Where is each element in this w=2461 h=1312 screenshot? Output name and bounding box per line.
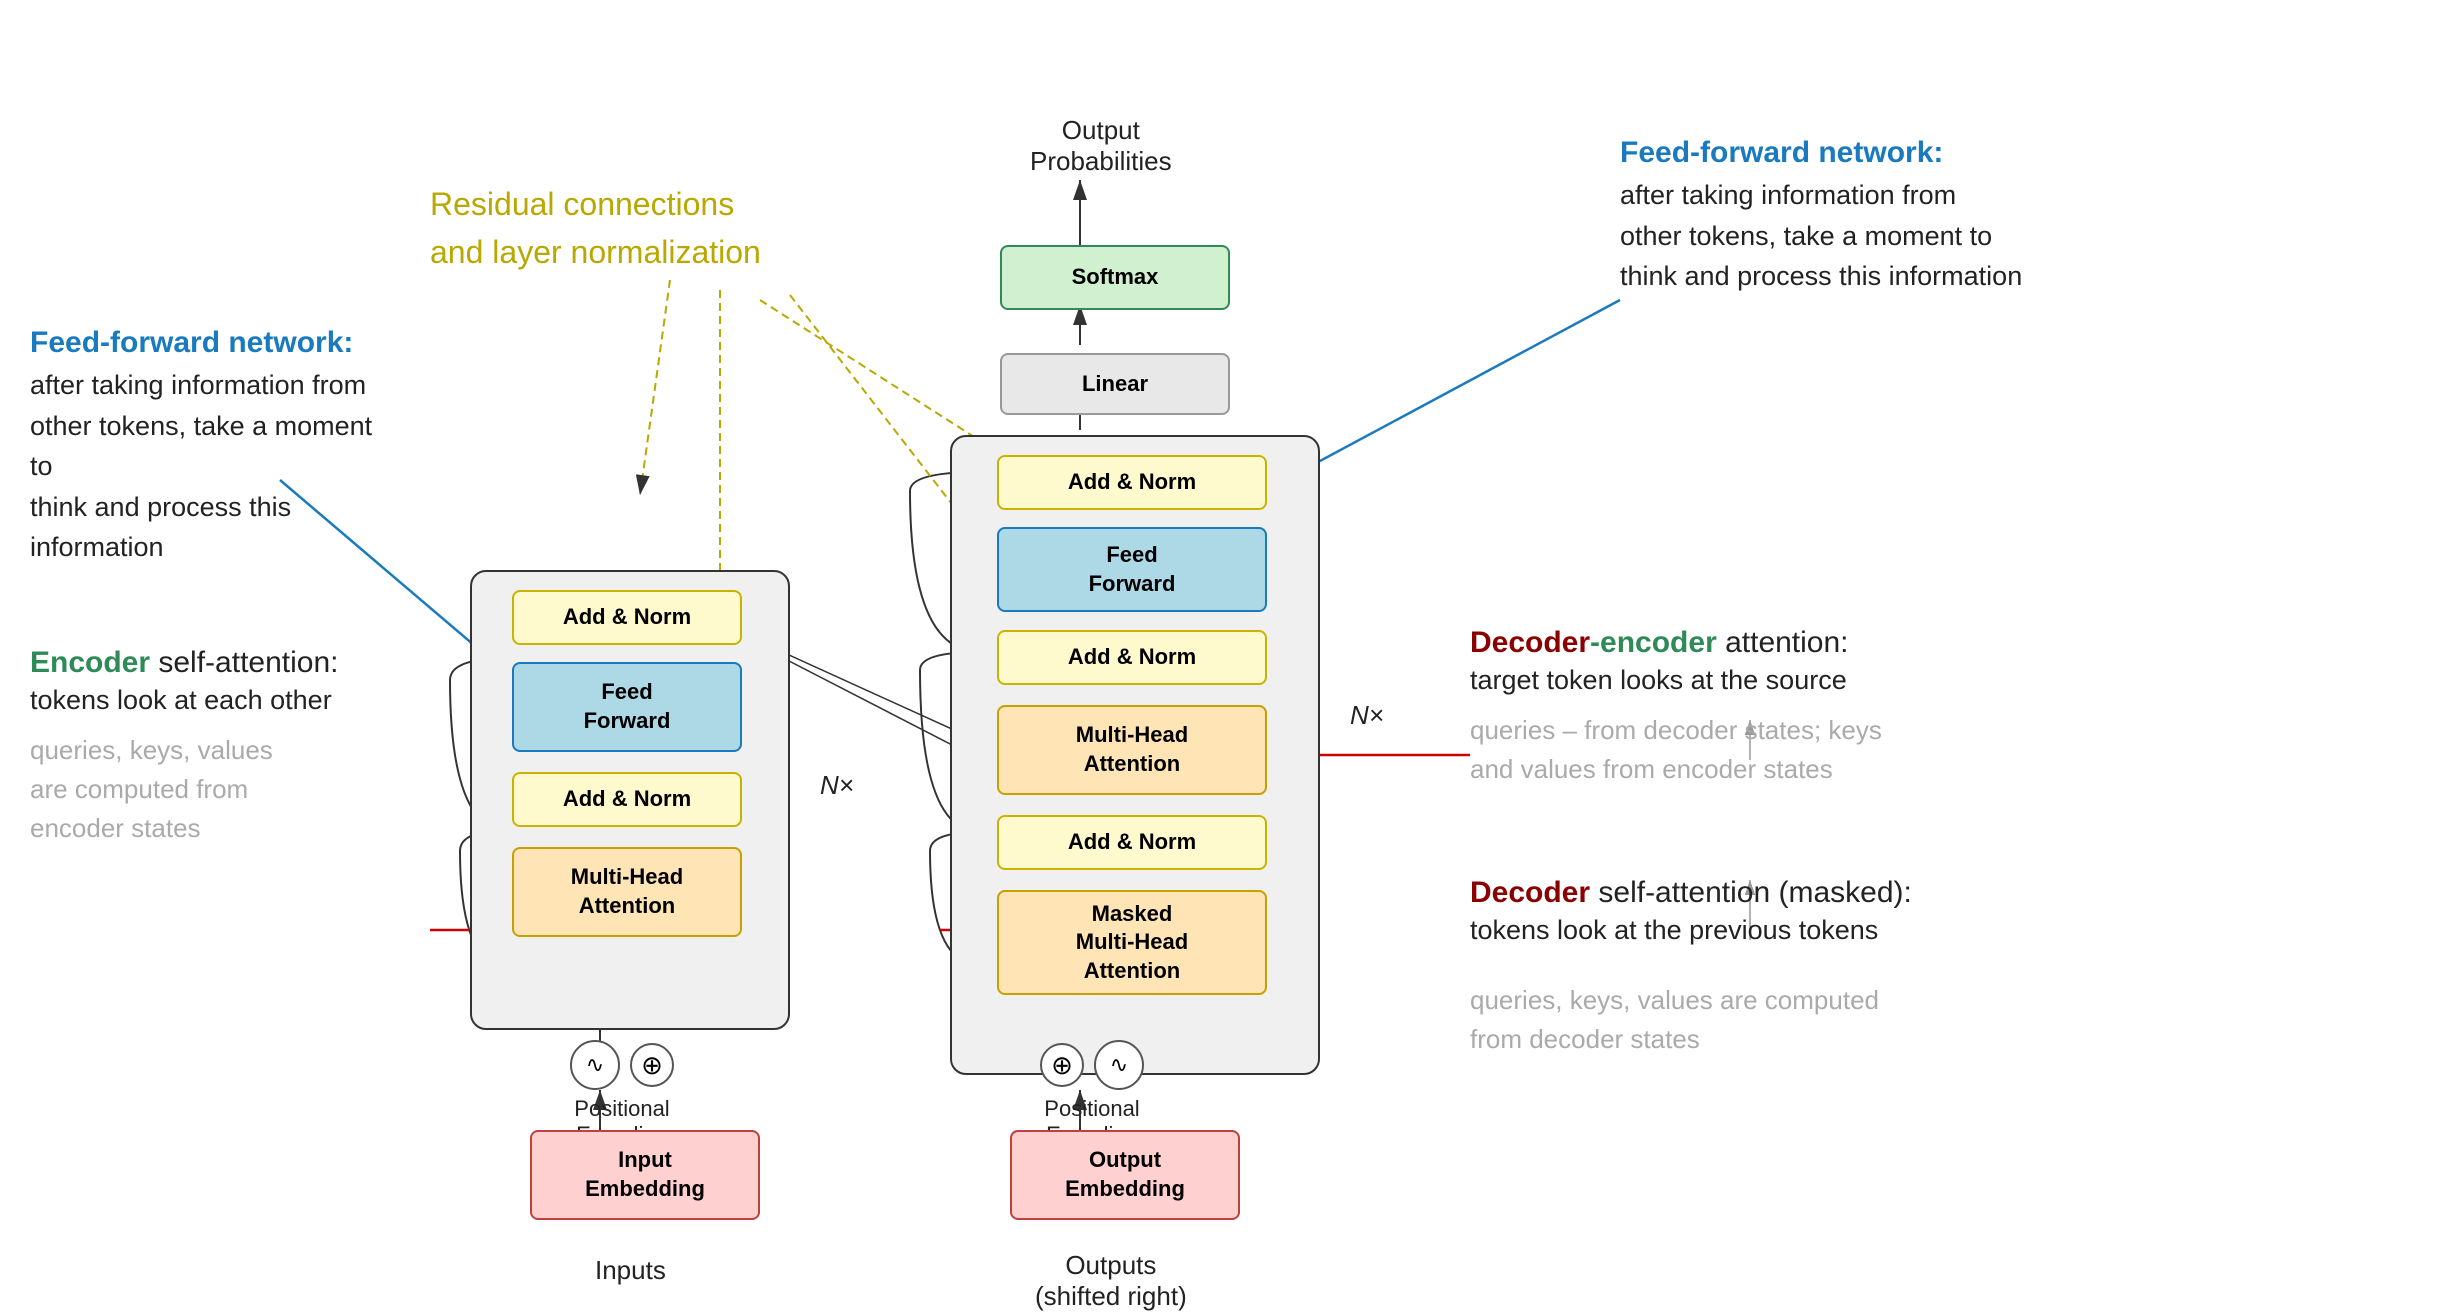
decoder-self-attention-annotation: Decoder self-attention (masked): tokens … <box>1470 870 1912 1059</box>
softmax-box: Softmax <box>1000 245 1230 310</box>
outputs-label: Outputs(shifted right) <box>1035 1250 1187 1312</box>
encoder-add-norm-1: Add & Norm <box>512 772 742 827</box>
encoder-block: Add & Norm FeedForward Add & Norm Multi-… <box>470 570 790 1030</box>
decoder-encoder-attention-annotation: Decoder-encoder attention: target token … <box>1470 620 1882 789</box>
decoder-multi-head-attention: Multi-HeadAttention <box>997 705 1267 795</box>
encoder-multi-head-attention: Multi-HeadAttention <box>512 847 742 937</box>
ffn-encoder-annotation: Feed-forward network: after taking infor… <box>30 320 380 568</box>
decoder-nx-label: N× <box>1350 700 1384 731</box>
ffn-decoder-annotation: Feed-forward network: after taking infor… <box>1620 130 2022 297</box>
encoder-self-attention-annotation: Encoder self-attention: tokens look at e… <box>30 640 338 848</box>
encoder-nx-label: N× <box>820 770 854 801</box>
residual-connections-annotation: Residual connections and layer normaliza… <box>430 180 761 276</box>
decoder-add-norm-1: Add & Norm <box>997 455 1267 510</box>
inputs-label: Inputs <box>595 1255 666 1286</box>
input-embedding: InputEmbedding <box>530 1130 760 1220</box>
decoder-masked-multi-head-attention: MaskedMulti-HeadAttention <box>997 890 1267 995</box>
decoder-add-norm-2: Add & Norm <box>997 630 1267 685</box>
decoder-block: Add & Norm FeedForward Add & Norm Multi-… <box>950 435 1320 1075</box>
main-container: Residual connections and layer normaliza… <box>0 0 2461 1310</box>
output-embedding: OutputEmbedding <box>1010 1130 1240 1220</box>
decoder-feed-forward: FeedForward <box>997 527 1267 612</box>
decoder-add-norm-3: Add & Norm <box>997 815 1267 870</box>
encoder-add-norm-2: Add & Norm <box>512 590 742 645</box>
encoder-feed-forward: FeedForward <box>512 662 742 752</box>
linear-box: Linear <box>1000 353 1230 415</box>
output-probabilities-label: OutputProbabilities <box>1030 115 1172 177</box>
